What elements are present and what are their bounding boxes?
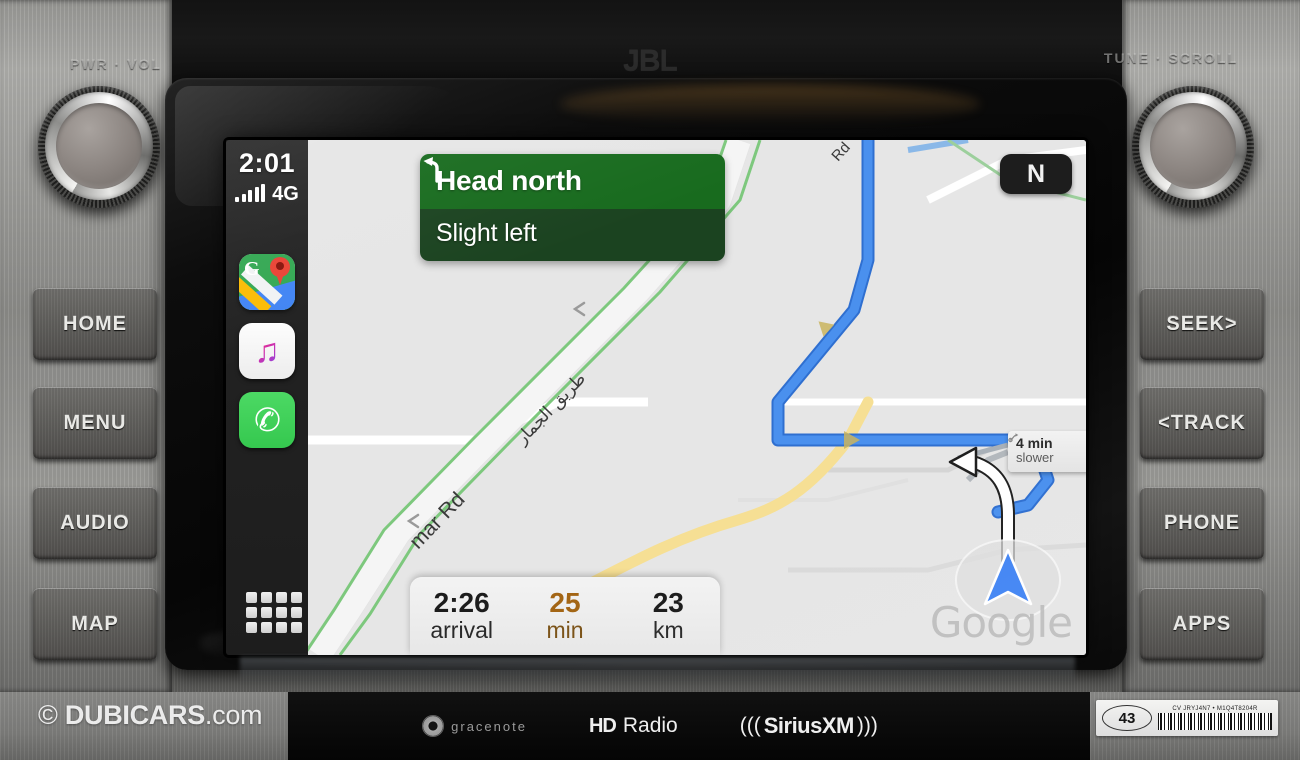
apps-button[interactable]: APPS	[1140, 588, 1264, 660]
status-signal-group: 4G	[226, 183, 308, 205]
eta-arrival-label: arrival	[430, 617, 493, 644]
power-volume-knob[interactable]	[38, 86, 160, 208]
tooltip-delay-value: 4 min	[1016, 435, 1053, 451]
compass-label: N	[1026, 159, 1046, 188]
gracenote-disc-icon	[422, 715, 445, 737]
map-pin-icon	[270, 257, 290, 285]
barcode-icon	[1158, 713, 1272, 730]
inventory-sticker: 43 CV JRYJ4N7 • M1Q4T8204R	[1096, 700, 1278, 736]
slight-left-arrow-icon	[423, 157, 439, 183]
eta-cell-duration: 25 min	[513, 588, 616, 644]
screenshot-root: JBL PWR · VOL TUNE · SCROLL HOME MENU AU…	[0, 0, 1300, 760]
menu-button-label: MENU	[63, 411, 127, 434]
banner-secondary-row: Slight left	[420, 157, 725, 261]
eta-distance-value: 23	[652, 587, 684, 619]
sticker-barcode-group: CV JRYJ4N7 • M1Q4T8204R	[1158, 706, 1272, 730]
app-icon-music[interactable]: ♫	[239, 323, 295, 379]
google-attribution: Google	[929, 598, 1073, 647]
track-button-label: <TRACK	[1158, 411, 1246, 434]
music-note-icon: ♫	[254, 332, 280, 370]
seek-button[interactable]: SEEK>	[1140, 288, 1264, 360]
eta-card[interactable]: 2:26 arrival 25 min 23 km	[410, 577, 720, 655]
seek-button-label: SEEK>	[1166, 312, 1238, 335]
home-button-label: HOME	[63, 312, 127, 335]
carplay-sidebar: 2:01 4G G ♫ ✆	[226, 140, 308, 655]
eta-arrival-value: 2:26	[433, 587, 490, 619]
watermark-copyright: ©	[38, 700, 58, 730]
secondary-instruction-text: Slight left	[436, 219, 537, 247]
eta-duration-value: 25	[549, 587, 581, 619]
siriusxm-right-waves: )))	[856, 714, 878, 737]
compass-north-badge[interactable]: N	[1000, 154, 1072, 194]
track-button[interactable]: <TRACK	[1140, 387, 1264, 459]
siriusxm-left-waves: (((	[739, 714, 761, 737]
knob-cap	[56, 103, 142, 189]
network-type-label: 4G	[272, 183, 299, 205]
watermark-tld: .com	[204, 700, 263, 730]
knob-cap	[1150, 103, 1236, 189]
gracenote-label: gracenote	[451, 718, 527, 734]
primary-instruction-text: Head north	[436, 165, 582, 196]
map-button[interactable]: MAP	[33, 588, 157, 660]
tune-scroll-knob-label: TUNE · SCROLL	[1103, 50, 1238, 66]
watermark-brand: DUBICARS	[64, 700, 205, 730]
phone-button[interactable]: PHONE	[1140, 487, 1264, 559]
siriusxm-logo: ((( SiriusXM )))	[740, 713, 878, 739]
apps-button-label: APPS	[1172, 612, 1232, 635]
jbl-logo-text: JBL	[623, 44, 678, 77]
hd-radio-label: Radio	[622, 714, 678, 737]
eta-cell-arrival: 2:26 arrival	[410, 588, 513, 644]
banner-primary-row: Head north	[420, 154, 725, 209]
hd-badge-label: HD	[588, 714, 617, 737]
home-button[interactable]: HOME	[33, 288, 157, 360]
audio-button[interactable]: AUDIO	[33, 487, 157, 559]
phone-button-label: PHONE	[1163, 511, 1241, 534]
siriusxm-label: SiriusXM	[763, 713, 855, 738]
dubicars-watermark: © DUBICARS.com	[38, 700, 263, 731]
eta-distance-label: km	[652, 617, 684, 644]
cellular-signal-icon	[235, 184, 266, 202]
carplay-app-dock: G ♫ ✆	[239, 254, 295, 448]
app-icon-phone[interactable]: ✆	[239, 392, 295, 448]
google-maps-canvas[interactable]: mar Rd طريق الجمار Rd Head north Slight …	[308, 140, 1086, 655]
tooltip-delay-label: slower	[1008, 433, 1086, 466]
menu-button[interactable]: MENU	[33, 387, 157, 459]
sticker-code-text: CV JRYJ4N7 • M1Q4T8204R	[1172, 706, 1258, 712]
route-alternative-icon	[1008, 433, 1019, 443]
power-volume-knob-label: PWR · VOL	[70, 56, 162, 72]
audio-button-label: AUDIO	[60, 511, 130, 534]
sticker-number-oval: 43	[1102, 705, 1152, 731]
traffic-alternative-tooltip[interactable]: 4 min slower	[1008, 431, 1086, 473]
carplay-display[interactable]: 2:01 4G G ♫ ✆ mar Rd طريق الجمار Rd Head…	[226, 140, 1086, 655]
phone-handset-icon: ✆	[251, 400, 283, 440]
sticker-number: 43	[1118, 709, 1136, 727]
app-icon-google-maps[interactable]: G	[239, 254, 295, 310]
tune-scroll-knob[interactable]	[1132, 86, 1254, 208]
eta-duration-label: min	[546, 617, 584, 644]
carplay-status-bar: 2:01 4G	[226, 148, 308, 205]
gracenote-logo: gracenote	[422, 715, 527, 737]
hd-radio-logo: HD Radio	[589, 714, 678, 738]
status-clock: 2:01	[238, 148, 296, 178]
map-button-label: MAP	[71, 612, 119, 635]
app-launcher-grid[interactable]	[246, 592, 302, 633]
navigation-instruction-banner[interactable]: Head north Slight left	[420, 154, 725, 261]
eta-cell-distance: 23 km	[617, 588, 720, 644]
google-g-glyph: G	[244, 258, 260, 280]
